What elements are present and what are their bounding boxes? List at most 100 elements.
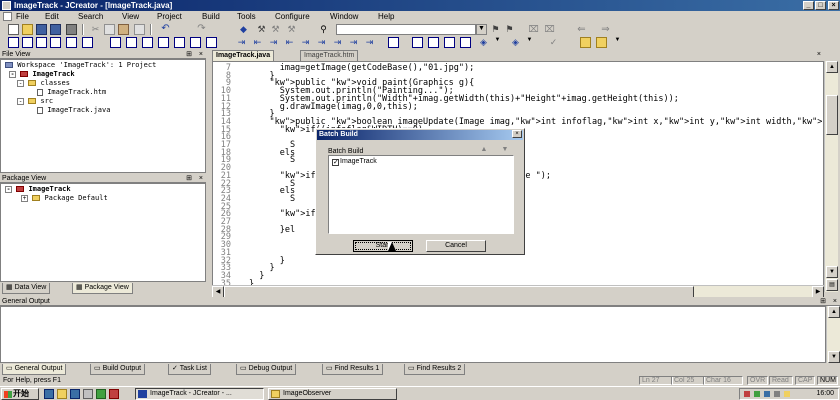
toggle-bookmark-icon[interactable]: ⌧ (528, 24, 539, 35)
tool-icon[interactable]: ⚒ (270, 24, 281, 35)
taskbar-item-imageobserver[interactable]: ImageObserver (268, 388, 397, 400)
tray-icon[interactable] (754, 391, 760, 397)
panel-close-icon[interactable]: × (833, 297, 837, 306)
desktop-icon[interactable] (70, 389, 80, 399)
menu-tools[interactable]: Tools (237, 12, 256, 22)
project-list-item[interactable]: ImageTrack (340, 158, 377, 165)
window-icon[interactable] (82, 37, 93, 48)
split-icon[interactable]: ▤ (826, 279, 838, 291)
taskbar-item-jcreator[interactable]: ImageTrack - JCreator - ... (135, 388, 264, 400)
close-button[interactable]: × (828, 1, 839, 10)
clean-icon[interactable] (158, 37, 169, 48)
menu-view[interactable]: View (122, 12, 139, 22)
find-next-icon[interactable]: ⚑ (490, 24, 501, 35)
scroll-down-icon[interactable]: ▼ (826, 266, 838, 278)
document-icon[interactable] (3, 12, 12, 21)
collapse-icon[interactable]: - (9, 70, 16, 78)
class-wizard-icon[interactable] (428, 37, 439, 48)
tab-task-list[interactable]: ✓ Task List (168, 364, 211, 375)
output-vertical-scrollbar[interactable]: ▲ ▼ (826, 306, 840, 363)
scroll-down-icon[interactable]: ▼ (828, 351, 840, 363)
forward-icon[interactable]: ⇒ (600, 24, 611, 35)
editor-horizontal-scrollbar[interactable]: ◀ ▶ (212, 285, 824, 298)
outdent-icon[interactable]: ⇤ (252, 37, 263, 48)
expand-icon[interactable]: + (21, 194, 28, 202)
maximize-button[interactable]: □ (815, 1, 826, 10)
menu-help[interactable]: Help (378, 12, 394, 22)
editor-tab-java[interactable]: ImageTrack.java (212, 50, 275, 61)
menu-file[interactable]: File (16, 12, 29, 22)
tab-build-output[interactable]: ▭ Build Output (90, 364, 146, 375)
open-folder-icon[interactable] (22, 24, 33, 35)
step-out-icon[interactable]: ⇥ (332, 37, 343, 48)
collapse-icon[interactable]: - (5, 185, 12, 193)
indent-icon[interactable]: ⇥ (236, 37, 247, 48)
cancel-button[interactable]: Cancel (426, 240, 486, 252)
quicklaunch-icon[interactable] (109, 389, 119, 399)
tools-icon[interactable]: ◈ (510, 37, 521, 48)
editor-vertical-scrollbar[interactable]: ▲ ▼ ▤ (824, 61, 838, 292)
editor-tab-htm[interactable]: ImageTrack.htm (300, 50, 359, 61)
step-over-icon[interactable]: ⇥ (316, 37, 327, 48)
back-icon[interactable]: ⇐ (576, 24, 587, 35)
workspace-node[interactable]: Workspace 'ImageTrack': 1 Project (5, 61, 156, 69)
tab-package-view[interactable]: ▦ Package View (72, 283, 133, 294)
start-button[interactable]: 开始 (1, 388, 39, 400)
find-icon[interactable] (134, 24, 145, 35)
menu-build[interactable]: Build (202, 12, 220, 22)
copy-icon[interactable] (104, 24, 115, 35)
output-content[interactable] (0, 306, 826, 363)
execute-icon[interactable] (190, 37, 201, 48)
window-icon[interactable] (66, 37, 77, 48)
undo-icon[interactable]: ↶ (160, 24, 171, 35)
options-dropdown-icon[interactable]: ▼ (492, 37, 503, 48)
class-view-icon[interactable] (412, 37, 423, 48)
dialog-close-icon[interactable]: × (512, 130, 522, 138)
toolbar-options-icon[interactable]: ▼ (612, 37, 623, 48)
debug-icon[interactable] (206, 37, 217, 48)
find-combo[interactable] (336, 24, 476, 35)
save-all-icon[interactable] (50, 24, 61, 35)
project-checkbox[interactable]: ✓ (332, 159, 339, 166)
pin-icon[interactable]: ⊞ (820, 297, 826, 306)
build-all-icon[interactable] (142, 37, 153, 48)
start-button[interactable]: Start (353, 240, 413, 252)
compile-project-icon[interactable] (126, 37, 137, 48)
breakpoint-icon[interactable]: ⇥ (364, 37, 375, 48)
editor-close-icon[interactable]: × (817, 51, 821, 58)
find-prev-icon[interactable]: ⚑ (504, 24, 515, 35)
quicklaunch-icon[interactable] (96, 389, 106, 399)
compile-icon[interactable] (110, 37, 121, 48)
package-node[interactable]: + Package Default (21, 194, 108, 202)
paste-icon[interactable] (118, 24, 129, 35)
combo-dropdown-icon[interactable]: ▼ (476, 24, 487, 35)
fullscreen-icon[interactable] (36, 37, 47, 48)
help-index-icon[interactable] (460, 37, 471, 48)
tool-icon[interactable]: ⚒ (286, 24, 297, 35)
file-node[interactable]: ImageTrack.java (37, 106, 110, 114)
options-icon[interactable]: ◈ (478, 37, 489, 48)
tab-data-view[interactable]: ▦ Data View (2, 283, 51, 294)
redo-icon[interactable]: ↷ (196, 24, 207, 35)
ie-icon[interactable] (44, 389, 54, 399)
menu-configure[interactable]: Configure (275, 12, 310, 22)
scroll-up-icon[interactable]: ▲ (828, 306, 840, 318)
check-icon[interactable]: ✓ (548, 37, 559, 48)
folder-node[interactable]: - classes (17, 79, 70, 87)
scroll-up-icon[interactable]: ▲ (826, 61, 838, 73)
move-down-icon[interactable]: ▼ (499, 146, 511, 155)
tray-icon[interactable] (764, 391, 770, 397)
pin-icon[interactable]: ⊞ (186, 50, 192, 59)
new-file-icon[interactable] (8, 24, 19, 35)
step-icon[interactable]: ⇥ (300, 37, 311, 48)
tab-general-output[interactable]: ▭ General Output (2, 364, 67, 375)
pin-icon[interactable]: ⊞ (186, 174, 192, 183)
context-help-icon[interactable] (596, 37, 607, 48)
volume-icon[interactable] (774, 391, 780, 397)
tools-dropdown-icon[interactable]: ▼ (524, 37, 535, 48)
minimize-button[interactable]: _ (803, 1, 814, 10)
menu-window[interactable]: Window (330, 12, 358, 22)
tray-icon[interactable] (744, 391, 750, 397)
project-settings-icon[interactable] (388, 37, 399, 48)
collapse-icon[interactable]: - (17, 79, 24, 87)
